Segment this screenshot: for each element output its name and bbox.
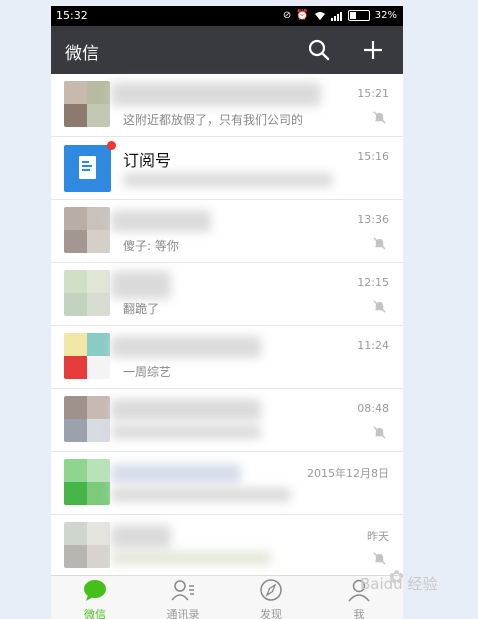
chat-item[interactable]: 2015年12月8日 (51, 452, 403, 515)
redacted-name (111, 399, 261, 421)
battery-icon (347, 10, 370, 21)
redacted-name (111, 271, 171, 299)
status-time: 15:32 (56, 9, 88, 22)
chat-bubble-icon (84, 580, 106, 601)
chat-time: 08:48 (357, 402, 389, 415)
mute-bell-icon (373, 552, 386, 565)
signal-icon (330, 11, 342, 21)
tab-contacts[interactable]: 通讯录 (139, 576, 227, 619)
subscription-avatar (64, 145, 111, 192)
chat-list: 这附近都放假了，只有我们公司的 15:21 订阅号 15:16 傻子: 等你 1… (51, 74, 403, 578)
avatar (64, 207, 110, 253)
chat-time: 11:24 (357, 339, 389, 352)
avatar (64, 270, 110, 316)
redacted-name (111, 82, 321, 106)
tab-label: 通讯录 (166, 608, 200, 619)
chat-time: 13:36 (357, 213, 389, 226)
chat-item[interactable]: 一周综艺 11:24 (51, 326, 403, 389)
redacted-preview (111, 551, 271, 565)
tab-label: 微信 (84, 608, 106, 619)
redacted-name (111, 464, 241, 484)
paw-icon: ✿ (389, 567, 405, 588)
chat-preview: 一周综艺 (123, 365, 172, 379)
mute-bell-icon (373, 426, 386, 439)
chat-item[interactable]: 傻子: 等你 13:36 (51, 200, 403, 263)
mute-bell-icon (373, 237, 386, 250)
redacted-name (111, 210, 211, 232)
redacted-preview (111, 425, 261, 439)
plus-icon[interactable] (361, 38, 385, 62)
data-saver-icon: ⊘ (282, 10, 292, 21)
phone-screen: 15:32 ⊘ ⏰ 32% 微信 这附近都放假了，只有我们公司的 15:21 订… (51, 6, 403, 619)
chat-item[interactable]: 翻跪了 12:15 (51, 263, 403, 326)
chat-item[interactable]: 08:48 (51, 389, 403, 452)
contacts-icon (171, 580, 194, 601)
avatar (64, 522, 110, 568)
search-icon[interactable] (307, 38, 331, 62)
mute-bell-icon (373, 300, 386, 313)
chat-name: 订阅号 (123, 151, 172, 170)
chat-item[interactable]: 这附近都放假了，只有我们公司的 15:21 (51, 74, 403, 137)
avatar (64, 459, 110, 505)
app-title: 微信 (65, 44, 99, 64)
chat-item[interactable]: 昨天 (51, 515, 403, 578)
baidu-watermark: ✿ Baidu 经验 (360, 567, 470, 603)
chat-time: 昨天 (367, 530, 389, 543)
mute-bell-icon (373, 111, 386, 124)
wifi-icon (314, 11, 325, 20)
status-icons: ⊘ ⏰ 32% (283, 9, 397, 22)
avatar (64, 333, 110, 379)
redacted-preview (111, 488, 291, 502)
redacted-name (111, 525, 171, 549)
tab-discover[interactable]: 发现 (227, 576, 315, 619)
tab-chats[interactable]: 微信 (51, 576, 139, 619)
alarm-icon: ⏰ (296, 10, 309, 21)
app-bar: 微信 (51, 26, 403, 74)
tab-label: 发现 (260, 608, 282, 619)
chat-preview: 傻子: 等你 (123, 239, 179, 253)
compass-icon (260, 579, 282, 601)
battery-level: 32% (374, 10, 397, 21)
status-bar: 15:32 ⊘ ⏰ 32% (51, 6, 403, 26)
tab-label: 我 (353, 608, 365, 619)
chat-time: 15:21 (357, 87, 389, 100)
avatar (64, 396, 110, 442)
redacted-preview (123, 173, 333, 187)
chat-preview: 这附近都放假了，只有我们公司的 (123, 113, 304, 127)
chat-item-subscriptions[interactable]: 订阅号 15:16 (51, 137, 403, 200)
chat-time: 15:16 (357, 150, 389, 163)
chat-time: 2015年12月8日 (307, 467, 389, 480)
chat-preview: 翻跪了 (123, 302, 160, 316)
redacted-name (111, 336, 261, 358)
chat-time: 12:15 (357, 276, 389, 289)
avatar (64, 81, 110, 127)
bottom-tab-bar: 微信 通讯录 发现 我 (51, 575, 403, 619)
document-icon (79, 156, 96, 179)
unread-dot (107, 141, 116, 150)
